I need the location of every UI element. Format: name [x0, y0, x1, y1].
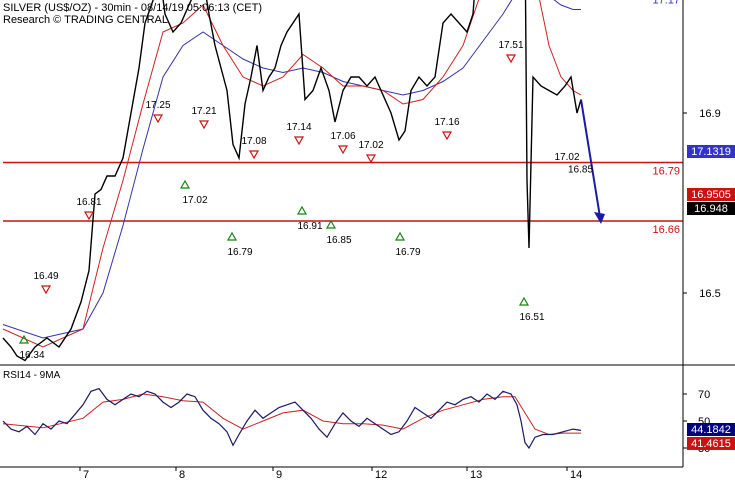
swing-low-marker — [226, 231, 238, 241]
rsi-tag-label: 41.4615 — [691, 438, 731, 450]
swing-low-label: 17.02 — [182, 195, 207, 206]
swing-high-label: 17.51 — [498, 40, 523, 51]
swing-high-label: 17.14 — [286, 122, 311, 133]
fast-ma-line — [2, 0, 582, 348]
swing-high-marker — [248, 150, 260, 160]
swing-low-label: 16.79 — [395, 247, 420, 258]
x-tick-label: 13 — [470, 469, 482, 480]
x-tick-label: 12 — [375, 469, 387, 480]
chart-canvas: 17.4817.3117.1716.7916.66 16.85 16.4916.… — [0, 0, 735, 480]
swing-high-marker — [365, 154, 377, 164]
swing-low-label: 16.79 — [227, 247, 252, 258]
swing-low-marker — [394, 231, 406, 241]
forecast-arrow-head — [594, 212, 605, 224]
swing-high-marker — [505, 54, 517, 64]
swing-high-marker — [83, 211, 95, 221]
swing-high-marker — [40, 285, 52, 295]
x-tick-label: 7 — [83, 469, 89, 480]
rsi-tag-label: 44.1842 — [691, 424, 731, 436]
swing-high-label: 17.02 — [554, 152, 579, 163]
swing-low-marker — [518, 296, 530, 306]
swing-low-label: 16.51 — [519, 312, 544, 323]
rsi-ma-line — [2, 393, 581, 436]
forecast-label: 16.85 — [568, 165, 593, 176]
swing-high-label: 17.06 — [330, 131, 355, 142]
chart-subtitle: Research © TRADING CENTRAL — [3, 14, 168, 26]
swing-high-label: 17.16 — [434, 117, 459, 128]
swing-low-marker — [325, 219, 337, 229]
forecast-arrow-line — [580, 99, 601, 218]
swing-low-marker — [296, 205, 308, 215]
swing-high-marker — [152, 114, 164, 124]
level-label: 16.79 — [652, 166, 680, 178]
swing-high-marker — [441, 131, 453, 141]
swing-low-label: 16.34 — [19, 350, 44, 361]
level-label: 17.17 — [652, 0, 680, 7]
swing-high-marker — [293, 136, 305, 146]
swing-low-marker — [179, 179, 191, 189]
swing-high-marker — [337, 145, 349, 155]
swing-high-label: 17.08 — [241, 136, 266, 147]
price-tag-label: 17.1319 — [691, 146, 731, 158]
slow-ma-line — [2, 0, 581, 339]
swing-low-label: 16.85 — [326, 235, 351, 246]
x-tick-label: 8 — [179, 469, 185, 480]
current-price-label: 16.948 — [694, 203, 728, 215]
swing-high-label: 17.21 — [191, 106, 216, 117]
x-tick-label: 9 — [276, 469, 282, 480]
x-tick-label: 14 — [570, 469, 582, 480]
swing-high-label: 17.02 — [358, 140, 383, 151]
rsi-title: RSI14 - 9MA — [3, 370, 61, 381]
y-tick-label: 16.9 — [699, 108, 720, 120]
swing-low-label: 16.91 — [297, 221, 322, 232]
price-line — [2, 0, 582, 362]
y-tick-label: 16.5 — [699, 288, 720, 300]
rsi-y-tick-label: 70 — [698, 389, 710, 401]
chart-title: SILVER (US$/OZ) - 30min - 08/14/19 05:06… — [3, 2, 263, 14]
swing-high-label: 16.81 — [76, 197, 101, 208]
swing-high-label: 16.49 — [33, 271, 58, 282]
swing-high-marker — [198, 120, 210, 130]
level-label: 16.66 — [652, 224, 680, 236]
swing-high-label: 17.25 — [145, 100, 170, 111]
price-tag-label: 16.9505 — [691, 189, 731, 201]
